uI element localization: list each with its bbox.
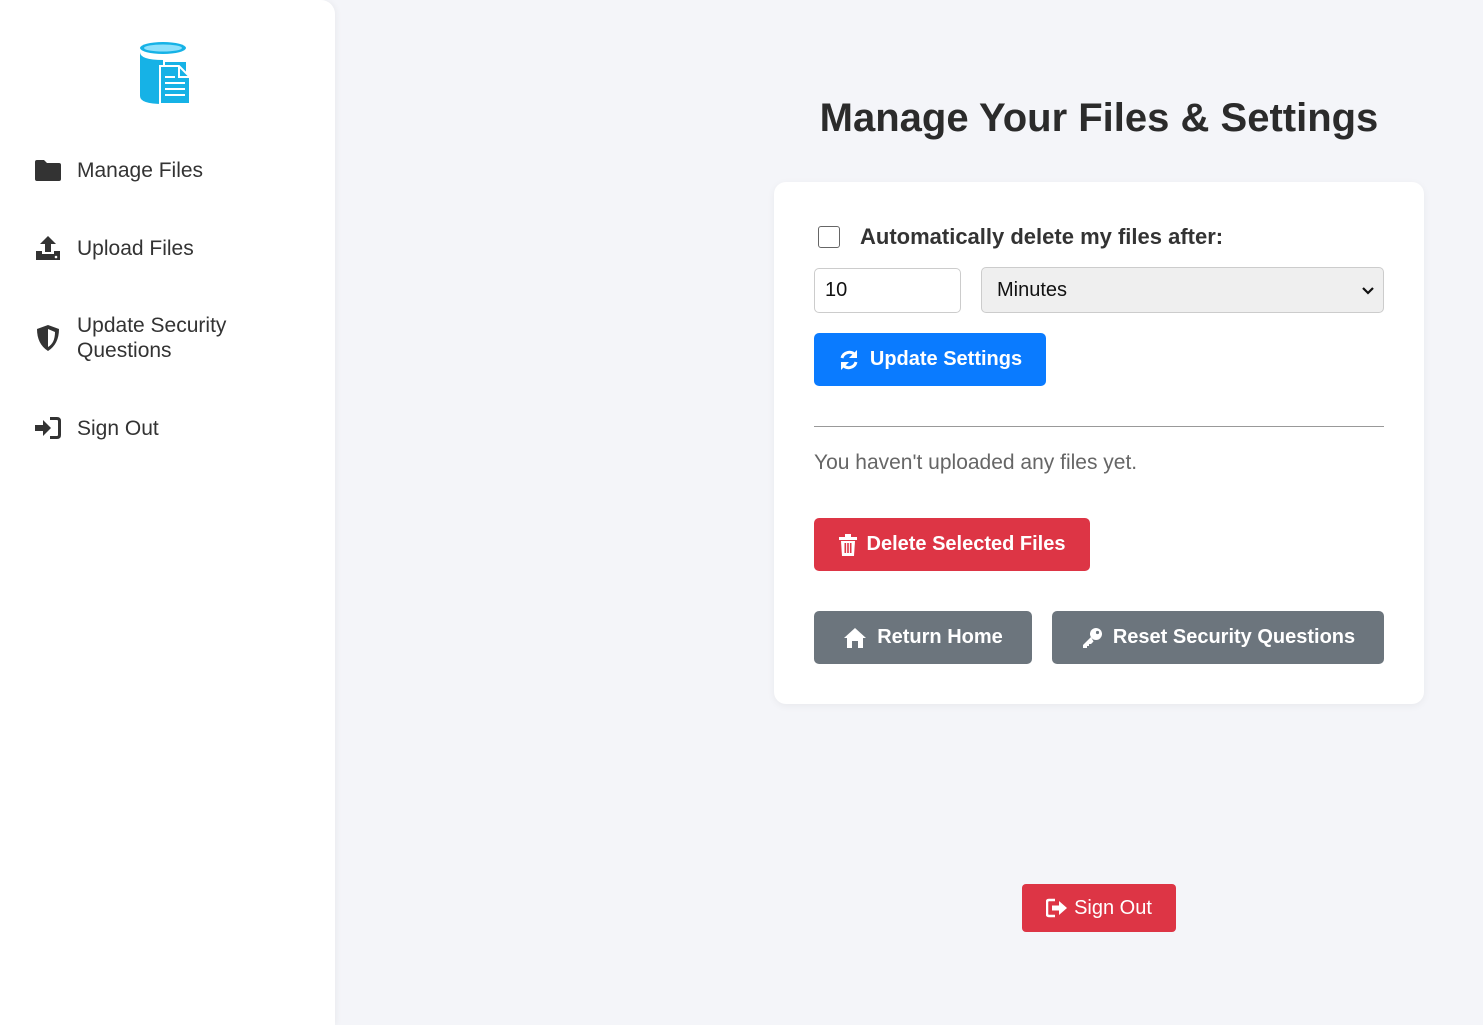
return-home-label: Return Home bbox=[877, 626, 1003, 648]
auto-delete-label: Automatically delete my files after: bbox=[860, 224, 1224, 249]
sign-out-icon bbox=[1046, 898, 1068, 918]
upload-icon bbox=[34, 234, 62, 262]
divider bbox=[814, 426, 1384, 427]
trash-icon bbox=[838, 533, 857, 556]
delete-amount-input[interactable]: 10 bbox=[814, 268, 961, 313]
reset-security-questions-label: Reset Security Questions bbox=[1112, 626, 1356, 648]
sidebar-item-upload-files[interactable]: Upload Files bbox=[34, 234, 277, 262]
sidebar-item-label: Sign Out bbox=[77, 416, 159, 440]
update-settings-label: Update Settings bbox=[869, 348, 1023, 370]
key-icon bbox=[1081, 627, 1103, 649]
sign-out-button[interactable]: Sign Out bbox=[1022, 884, 1176, 932]
folder-icon bbox=[34, 156, 62, 184]
sign-in-icon bbox=[34, 414, 62, 442]
sidebar-item-sign-out[interactable]: Sign Out bbox=[34, 414, 277, 442]
database-file-icon bbox=[138, 40, 192, 106]
empty-files-message: You haven't uploaded any files yet. bbox=[814, 451, 1138, 474]
return-home-button[interactable]: Return Home bbox=[814, 611, 1032, 664]
sidebar-item-label: Manage Files bbox=[77, 158, 204, 182]
delete-unit-select[interactable]: Minutes bbox=[981, 267, 1384, 313]
page-title: Manage Your Files & Settings bbox=[819, 96, 1379, 140]
sync-icon bbox=[838, 349, 860, 371]
sidebar-item-manage-files[interactable]: Manage Files bbox=[34, 156, 277, 184]
delete-amount-value: 10 bbox=[825, 279, 848, 301]
shield-icon bbox=[34, 324, 62, 352]
delete-unit-value: Minutes bbox=[997, 278, 1068, 301]
auto-delete-checkbox[interactable] bbox=[818, 226, 840, 248]
settings-card: Automatically delete my files after: 10 … bbox=[774, 182, 1424, 704]
sidebar-item-label: Upload Files bbox=[77, 236, 194, 260]
chevron-down-icon bbox=[1361, 279, 1375, 302]
delete-selected-files-label: Delete Selected Files bbox=[866, 533, 1066, 555]
update-settings-button[interactable]: Update Settings bbox=[814, 333, 1046, 386]
reset-security-questions-button[interactable]: Reset Security Questions bbox=[1052, 611, 1384, 664]
sidebar-item-update-security-questions[interactable]: Update Security Questions bbox=[34, 313, 277, 363]
home-icon bbox=[843, 627, 867, 649]
auto-delete-row: Automatically delete my files after: bbox=[818, 224, 1223, 250]
sign-out-label: Sign Out bbox=[1074, 896, 1152, 919]
sidebar-item-label: Update Security Questions bbox=[77, 314, 227, 362]
delete-selected-files-button[interactable]: Delete Selected Files bbox=[814, 518, 1090, 571]
sidebar: Manage Files Upload Files Update Securit… bbox=[0, 0, 335, 1025]
